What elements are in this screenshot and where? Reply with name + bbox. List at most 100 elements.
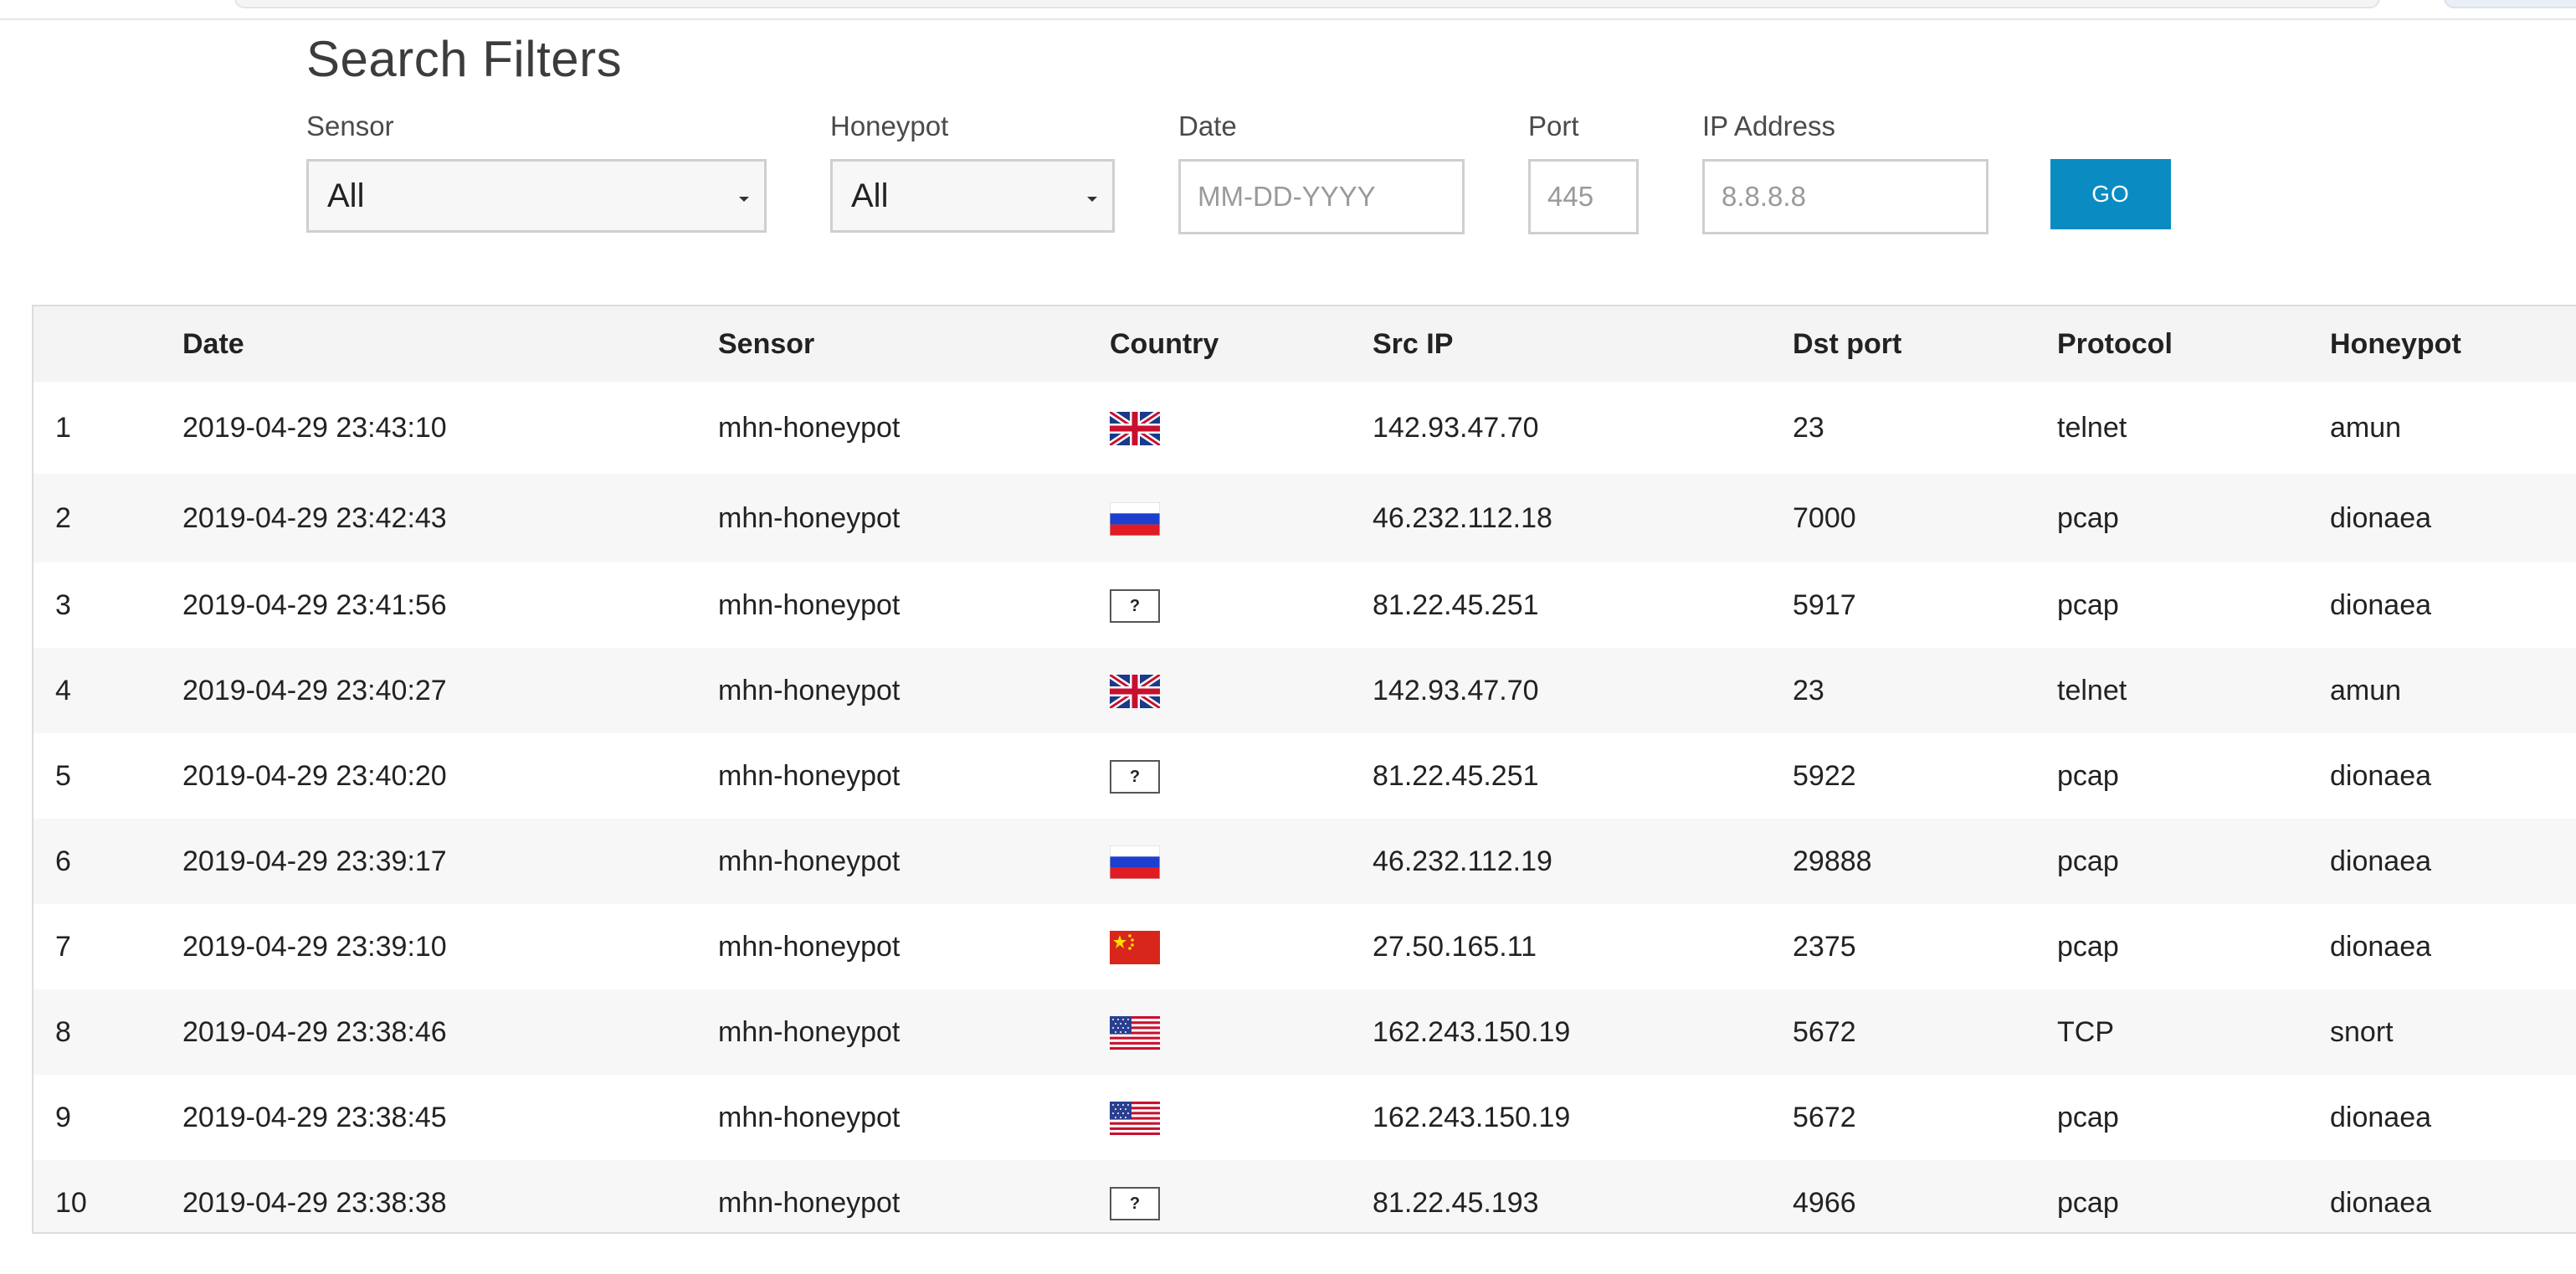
browser-top-strip — [0, 0, 2576, 20]
row-country — [1110, 648, 1373, 733]
date-input[interactable] — [1178, 159, 1465, 234]
row-country — [1110, 474, 1373, 563]
row-src-ip: 46.232.112.19 — [1373, 845, 1552, 877]
row-src-ip: 162.243.150.19 — [1373, 1101, 1571, 1133]
row-index: 10 — [55, 1186, 87, 1219]
row-index: 8 — [55, 1015, 71, 1048]
chevron-down-icon — [1087, 197, 1097, 202]
row-dst-port: 5917 — [1793, 588, 1856, 621]
cn-flag-icon — [1110, 930, 1160, 964]
row-sensor: mhn-honeypot — [718, 845, 901, 877]
row-country — [1110, 819, 1373, 904]
row-sensor: mhn-honeypot — [718, 1186, 901, 1219]
row-dst-port: 23 — [1793, 411, 1824, 444]
row-src-ip: 81.22.45.251 — [1373, 759, 1539, 792]
row-dst-port: 5672 — [1793, 1015, 1856, 1048]
row-protocol: telnet — [2057, 674, 2127, 706]
header-protocol[interactable]: Protocol — [2057, 306, 2330, 382]
page-title: Search Filters — [306, 31, 623, 87]
table-row[interactable]: 7 2019-04-29 23:39:10 mhn-honeypot 27.50.1… — [33, 904, 2576, 989]
sensor-select[interactable]: All — [306, 159, 767, 233]
table-row[interactable]: 2 2019-04-29 23:42:43 mhn-honeypot 46.232.… — [33, 474, 2576, 563]
row-dst-port: 23 — [1793, 674, 1824, 706]
header-date[interactable]: Date — [182, 306, 718, 382]
row-protocol: pcap — [2057, 501, 2119, 534]
row-dst-port: 4966 — [1793, 1186, 1856, 1219]
table-row[interactable]: 4 2019-04-29 23:40:27 mhn-honeypot 142.93.… — [33, 648, 2576, 733]
ru-flag-icon — [1110, 501, 1160, 536]
row-index: 3 — [55, 588, 71, 621]
honeypot-select[interactable]: All — [830, 159, 1115, 233]
table-row[interactable]: 1 2019-04-29 23:43:10 mhn-honeypot 142.93.… — [33, 382, 2576, 474]
table-row[interactable]: 10 2019-04-29 23:38:38 mhn-honeypot? 81.22.… — [33, 1160, 2576, 1232]
row-src-ip: 27.50.165.11 — [1373, 930, 1537, 963]
row-src-ip: 81.22.45.193 — [1373, 1186, 1539, 1219]
row-honeypot: dionaea — [2330, 930, 2432, 963]
sensor-select-value: All — [327, 177, 365, 214]
unknown-flag-icon: ? — [1110, 759, 1160, 794]
row-protocol: pcap — [2057, 930, 2119, 963]
row-src-ip: 46.232.112.18 — [1373, 501, 1552, 534]
header-index — [33, 306, 182, 382]
header-dst-port[interactable]: Dst port — [1793, 306, 2057, 382]
row-country — [1110, 904, 1373, 989]
table-row[interactable]: 9 2019-04-29 23:38:45 mhn-honeypot 162.243… — [33, 1075, 2576, 1160]
row-index: 6 — [55, 845, 71, 877]
header-honeypot[interactable]: Honeypot — [2330, 306, 2576, 382]
row-index: 5 — [55, 759, 71, 792]
header-sensor[interactable]: Sensor — [718, 306, 1110, 382]
ru-flag-icon — [1110, 845, 1160, 879]
row-honeypot: dionaea — [2330, 759, 2432, 792]
row-date: 2019-04-29 23:39:10 — [182, 930, 447, 963]
go-button[interactable]: GO — [2050, 159, 2171, 229]
row-date: 2019-04-29 23:39:17 — [182, 845, 447, 877]
unknown-flag-icon: ? — [1110, 588, 1160, 623]
header-src-ip[interactable]: Src IP — [1373, 306, 1793, 382]
row-country: ? — [1110, 1160, 1373, 1232]
row-src-ip: 142.93.47.70 — [1373, 674, 1539, 706]
row-src-ip: 142.93.47.70 — [1373, 411, 1539, 444]
table-row[interactable]: 6 2019-04-29 23:39:17 mhn-honeypot 46.232.… — [33, 819, 2576, 904]
row-sensor: mhn-honeypot — [718, 501, 901, 534]
address-bar-edge — [234, 0, 2380, 8]
honeypot-select-value: All — [851, 177, 889, 214]
row-date: 2019-04-29 23:38:38 — [182, 1186, 447, 1219]
row-dst-port: 5672 — [1793, 1101, 1856, 1133]
row-dst-port: 7000 — [1793, 501, 1856, 534]
toolbar-button-edge — [2444, 0, 2576, 8]
row-sensor: mhn-honeypot — [718, 759, 901, 792]
table-row[interactable]: 8 2019-04-29 23:38:46 mhn-honeypot 162.243… — [33, 989, 2576, 1075]
row-honeypot: dionaea — [2330, 588, 2432, 621]
date-filter-label: Date — [1178, 110, 1237, 141]
row-protocol: pcap — [2057, 1186, 2119, 1219]
row-country — [1110, 1075, 1373, 1160]
row-sensor: mhn-honeypot — [718, 930, 901, 963]
row-protocol: TCP — [2057, 1015, 2114, 1048]
port-input[interactable] — [1528, 159, 1639, 234]
row-protocol: pcap — [2057, 759, 2119, 792]
row-index: 7 — [55, 930, 71, 963]
row-src-ip: 81.22.45.251 — [1373, 588, 1539, 621]
row-sensor: mhn-honeypot — [718, 1101, 901, 1133]
unknown-flag-icon: ? — [1110, 1186, 1160, 1220]
table-row[interactable]: 5 2019-04-29 23:40:20 mhn-honeypot? 81.22.4… — [33, 733, 2576, 819]
table-header-row: Date Sensor Country Src IP Dst port Prot… — [33, 306, 2576, 382]
row-honeypot: snort — [2330, 1015, 2394, 1048]
port-filter-label: Port — [1528, 110, 1579, 141]
ip-address-input[interactable] — [1702, 159, 1988, 234]
header-country[interactable]: Country — [1110, 306, 1373, 382]
row-country: ? — [1110, 733, 1373, 819]
table-row[interactable]: 3 2019-04-29 23:41:56 mhn-honeypot? 81.22.4… — [33, 563, 2576, 648]
row-sensor: mhn-honeypot — [718, 1015, 901, 1048]
row-protocol: pcap — [2057, 845, 2119, 877]
row-honeypot: dionaea — [2330, 845, 2432, 877]
row-country — [1110, 989, 1373, 1075]
row-index: 2 — [55, 501, 71, 534]
row-dst-port: 2375 — [1793, 930, 1856, 963]
row-date: 2019-04-29 23:41:56 — [182, 588, 447, 621]
row-honeypot: amun — [2330, 674, 2402, 706]
sensor-filter-label: Sensor — [306, 110, 394, 141]
row-dst-port: 29888 — [1793, 845, 1872, 877]
row-country — [1110, 382, 1373, 474]
row-honeypot: dionaea — [2330, 1101, 2432, 1133]
